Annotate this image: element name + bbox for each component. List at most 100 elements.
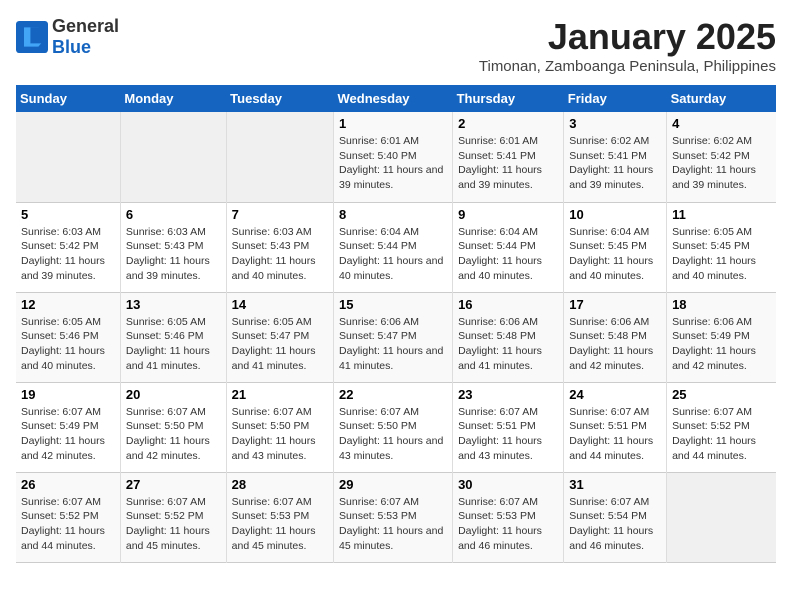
sunset-text: Sunset: 5:46 PM — [21, 329, 115, 344]
day-number: 4 — [672, 116, 771, 131]
page-header: General Blue January 2025 Timonan, Zambo… — [16, 16, 776, 75]
calendar-cell: 14Sunrise: 6:05 AMSunset: 5:47 PMDayligh… — [226, 292, 333, 382]
day-number: 11 — [672, 207, 771, 222]
day-number: 2 — [458, 116, 558, 131]
calendar-week-row: 1Sunrise: 6:01 AMSunset: 5:40 PMDaylight… — [16, 112, 776, 202]
sunrise-text: Sunrise: 6:04 AM — [569, 225, 661, 240]
day-number: 30 — [458, 477, 558, 492]
sunset-text: Sunset: 5:42 PM — [672, 149, 771, 164]
sunrise-text: Sunrise: 6:07 AM — [21, 405, 115, 420]
sunset-text: Sunset: 5:54 PM — [569, 509, 661, 524]
day-info: Sunrise: 6:06 AMSunset: 5:47 PMDaylight:… — [339, 315, 447, 374]
sunset-text: Sunset: 5:43 PM — [232, 239, 328, 254]
day-info: Sunrise: 6:07 AMSunset: 5:53 PMDaylight:… — [339, 495, 447, 554]
sunset-text: Sunset: 5:48 PM — [569, 329, 661, 344]
day-info: Sunrise: 6:05 AMSunset: 5:46 PMDaylight:… — [21, 315, 115, 374]
sunset-text: Sunset: 5:44 PM — [458, 239, 558, 254]
calendar-cell — [120, 112, 226, 202]
daylight-text: Daylight: 11 hours and 44 minutes. — [21, 524, 115, 553]
day-info: Sunrise: 6:07 AMSunset: 5:52 PMDaylight:… — [126, 495, 221, 554]
sunset-text: Sunset: 5:47 PM — [339, 329, 447, 344]
day-info: Sunrise: 6:07 AMSunset: 5:52 PMDaylight:… — [21, 495, 115, 554]
weekday-header: Thursday — [453, 85, 564, 112]
sunrise-text: Sunrise: 6:07 AM — [126, 495, 221, 510]
calendar-cell: 10 Sunrise: 6:04 AMSunset: 5:45 PMDayligh… — [564, 202, 667, 292]
sunrise-text: Sunrise: 6:07 AM — [126, 405, 221, 420]
weekday-header: Friday — [564, 85, 667, 112]
sunset-text: Sunset: 5:52 PM — [672, 419, 771, 434]
calendar-week-row: 12Sunrise: 6:05 AMSunset: 5:46 PMDayligh… — [16, 292, 776, 382]
day-info: Sunrise: 6:03 AMSunset: 5:42 PMDaylight:… — [21, 225, 115, 284]
calendar-cell: 21Sunrise: 6:07 AMSunset: 5:50 PMDayligh… — [226, 382, 333, 472]
sunset-text: Sunset: 5:49 PM — [21, 419, 115, 434]
sunrise-text: Sunrise: 6:03 AM — [126, 225, 221, 240]
daylight-text: Daylight: 11 hours and 42 minutes. — [126, 434, 221, 463]
day-number: 12 — [21, 297, 115, 312]
sunrise-text: Sunrise: 6:07 AM — [232, 405, 328, 420]
daylight-text: Daylight: 11 hours and 39 minutes. — [672, 163, 771, 192]
day-number: 26 — [21, 477, 115, 492]
day-info: Sunrise: 6:07 AMSunset: 5:49 PMDaylight:… — [21, 405, 115, 464]
sunrise-text: Sunrise: 6:01 AM — [339, 134, 447, 149]
calendar-cell: 22Sunrise: 6:07 AMSunset: 5:50 PMDayligh… — [334, 382, 453, 472]
calendar-cell: 9Sunrise: 6:04 AMSunset: 5:44 PMDaylight… — [453, 202, 564, 292]
day-info: Sunrise: 6:07 AMSunset: 5:52 PMDaylight:… — [672, 405, 771, 464]
daylight-text: Daylight: 11 hours and 40 minutes. — [339, 254, 447, 283]
calendar-cell: 29 Sunrise: 6:07 AMSunset: 5:53 PMDayligh… — [334, 472, 453, 562]
day-info: Sunrise: 6:06 AMSunset: 5:49 PMDaylight:… — [672, 315, 771, 374]
day-info: Sunrise: 6:07 AMSunset: 5:50 PMDaylight:… — [126, 405, 221, 464]
day-number: 13 — [126, 297, 221, 312]
daylight-text: Daylight: 11 hours and 46 minutes. — [458, 524, 558, 553]
sunset-text: Sunset: 5:53 PM — [458, 509, 558, 524]
sunrise-text: Sunrise: 6:05 AM — [126, 315, 221, 330]
calendar-cell: 11Sunrise: 6:05 AMSunset: 5:45 PMDayligh… — [667, 202, 776, 292]
day-number: 8 — [339, 207, 447, 222]
daylight-text: Daylight: 11 hours and 39 minutes. — [21, 254, 115, 283]
sunrise-text: Sunrise: 6:05 AM — [672, 225, 771, 240]
daylight-text: Daylight: 11 hours and 40 minutes. — [569, 254, 661, 283]
day-number: 1 — [339, 116, 447, 131]
day-info: Sunrise: 6:07 AMSunset: 5:51 PMDaylight:… — [569, 405, 661, 464]
location-title: Timonan, Zamboanga Peninsula, Philippine… — [479, 58, 776, 75]
sunset-text: Sunset: 5:45 PM — [672, 239, 771, 254]
calendar-cell: 15Sunrise: 6:06 AMSunset: 5:47 PMDayligh… — [334, 292, 453, 382]
day-info: Sunrise: 6:06 AMSunset: 5:48 PMDaylight:… — [458, 315, 558, 374]
daylight-text: Daylight: 11 hours and 44 minutes. — [569, 434, 661, 463]
logo: General Blue — [16, 16, 119, 58]
daylight-text: Daylight: 11 hours and 40 minutes. — [458, 254, 558, 283]
sunrise-text: Sunrise: 6:02 AM — [672, 134, 771, 149]
sunset-text: Sunset: 5:45 PM — [569, 239, 661, 254]
daylight-text: Daylight: 11 hours and 39 minutes. — [126, 254, 221, 283]
title-area: January 2025 Timonan, Zamboanga Peninsul… — [479, 16, 776, 75]
calendar-cell: 1Sunrise: 6:01 AMSunset: 5:40 PMDaylight… — [334, 112, 453, 202]
day-number: 29 — [339, 477, 447, 492]
logo-icon — [16, 21, 48, 53]
day-info: Sunrise: 6:02 AMSunset: 5:41 PMDaylight:… — [569, 134, 661, 193]
daylight-text: Daylight: 11 hours and 41 minutes. — [339, 344, 447, 373]
calendar-cell: 27 Sunrise: 6:07 AMSunset: 5:52 PMDayligh… — [120, 472, 226, 562]
day-info: Sunrise: 6:07 AMSunset: 5:50 PMDaylight:… — [232, 405, 328, 464]
day-info: Sunrise: 6:07 AMSunset: 5:54 PMDaylight:… — [569, 495, 661, 554]
sunrise-text: Sunrise: 6:07 AM — [569, 405, 661, 420]
day-number: 27 — [126, 477, 221, 492]
calendar-cell: 31Sunrise: 6:07 AMSunset: 5:54 PMDayligh… — [564, 472, 667, 562]
calendar-cell: 8Sunrise: 6:04 AMSunset: 5:44 PMDaylight… — [334, 202, 453, 292]
daylight-text: Daylight: 11 hours and 43 minutes. — [339, 434, 447, 463]
sunrise-text: Sunrise: 6:07 AM — [339, 495, 447, 510]
day-info: Sunrise: 6:05 AMSunset: 5:47 PMDaylight:… — [232, 315, 328, 374]
calendar-cell: 20Sunrise: 6:07 AMSunset: 5:50 PMDayligh… — [120, 382, 226, 472]
calendar-cell: 25Sunrise: 6:07 AMSunset: 5:52 PMDayligh… — [667, 382, 776, 472]
day-info: Sunrise: 6:07 AMSunset: 5:50 PMDaylight:… — [339, 405, 447, 464]
calendar-cell: 12 Sunrise: 6:05 AMSunset: 5:46 PMDayligh… — [16, 292, 120, 382]
day-info: Sunrise: 6:05 AMSunset: 5:46 PMDaylight:… — [126, 315, 221, 374]
day-number: 10 — [569, 207, 661, 222]
daylight-text: Daylight: 11 hours and 42 minutes. — [569, 344, 661, 373]
daylight-text: Daylight: 11 hours and 43 minutes. — [458, 434, 558, 463]
sunrise-text: Sunrise: 6:06 AM — [458, 315, 558, 330]
sunset-text: Sunset: 5:50 PM — [126, 419, 221, 434]
daylight-text: Daylight: 11 hours and 40 minutes. — [21, 344, 115, 373]
sunset-text: Sunset: 5:51 PM — [569, 419, 661, 434]
daylight-text: Daylight: 11 hours and 46 minutes. — [569, 524, 661, 553]
sunrise-text: Sunrise: 6:04 AM — [339, 225, 447, 240]
calendar-week-row: 19Sunrise: 6:07 AMSunset: 5:49 PMDayligh… — [16, 382, 776, 472]
